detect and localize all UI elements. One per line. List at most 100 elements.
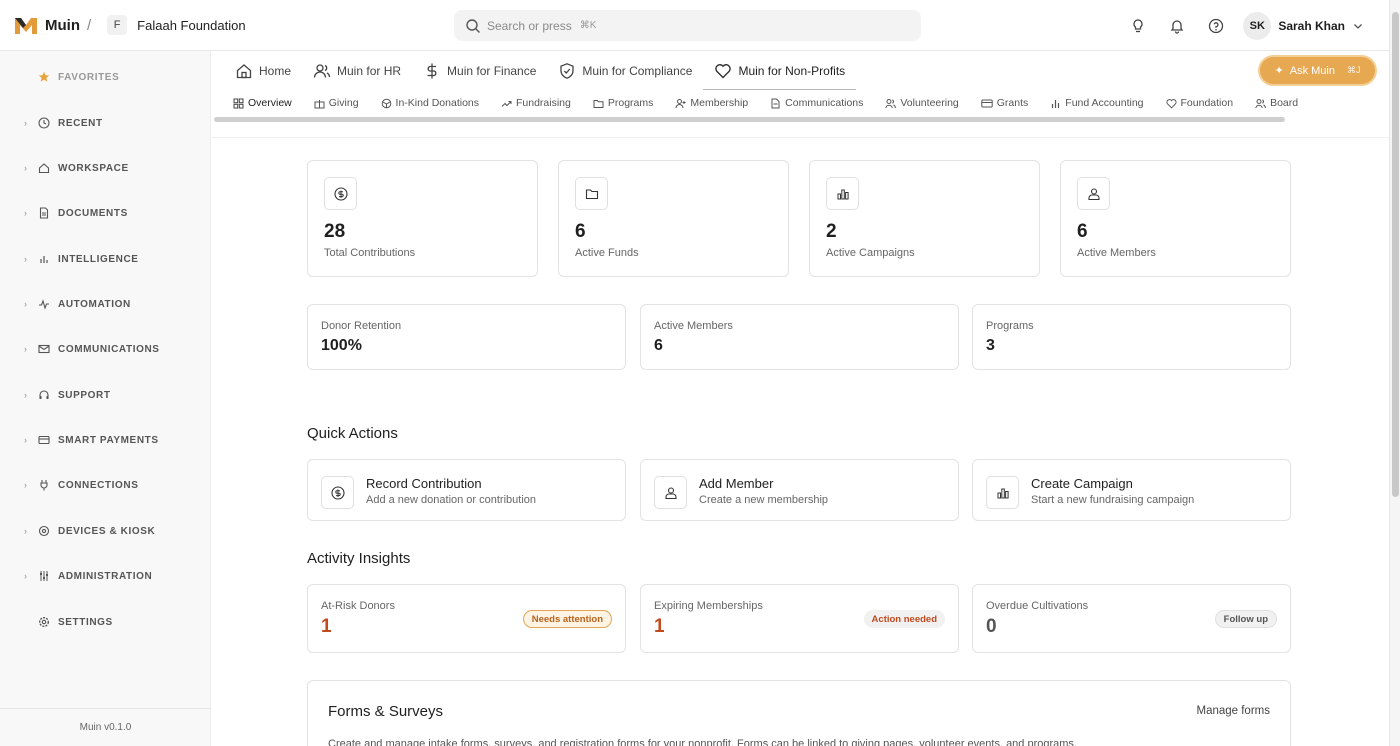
insight-value: 1 [321,616,332,637]
tab-finance[interactable]: Muin for Finance [412,51,547,90]
tab-compliance[interactable]: Muin for Compliance [547,51,703,90]
insight-label: Overdue Cultivations [986,600,1089,612]
subtab-label: Programs [607,97,654,109]
subtab-board[interactable]: Board [1255,97,1298,109]
heart-icon [715,63,732,78]
manage-forms-link[interactable]: Manage forms [1196,705,1270,717]
avatar: SK [1243,11,1272,40]
subtab-label: Giving [328,97,359,109]
subtab-label: Volunteering [900,97,959,109]
document-icon [38,207,50,219]
chevron-right-icon: › [24,163,28,173]
org-switcher[interactable]: F Falaah Foundation [107,15,246,35]
file-icon [771,98,780,108]
insight-card-overdue-cultivations[interactable]: Overdue Cultivations 0 Follow up [972,584,1291,653]
headset-icon [38,389,50,401]
scrollbar-thumb[interactable] [1392,12,1399,497]
sidebar-item-workspace[interactable]: › WORKSPACE [0,158,211,178]
tab-label: Muin for Non-Profits [738,63,846,78]
insight-card-at-risk-donors[interactable]: At-Risk Donors 1 Needs attention [307,584,626,653]
user-menu[interactable]: SK Sarah Khan [1243,11,1363,40]
record-contribution-button[interactable]: Record Contribution Add a new donation o… [307,459,626,521]
subtab-fund-accounting[interactable]: Fund Accounting [1050,97,1144,109]
search-icon [466,18,480,33]
sidebar-item-label: FAVORITES [58,71,120,83]
sidebar-item-connections[interactable]: › CONNECTIONS [0,475,211,495]
action-description: Add a new donation or contribution [366,494,537,506]
ask-shortcut: ⌘J [1346,65,1361,75]
add-member-button[interactable]: Add Member Create a new membership [640,459,959,521]
sidebar-item-support[interactable]: › SUPPORT [0,385,211,405]
subtab-foundation[interactable]: Foundation [1166,97,1234,109]
page-vertical-scrollbar[interactable] [1389,0,1400,746]
subtab-label: Foundation [1180,97,1234,109]
search-bar[interactable]: Search or press ⌘K [454,10,921,41]
sidebar-item-label: INTELLIGENCE [58,253,139,265]
subtab-fundraising[interactable]: Fundraising [501,97,571,109]
sidebar-item-label: COMMUNICATIONS [58,343,160,355]
insight-value: 1 [654,616,665,637]
insight-label: At-Risk Donors [321,600,395,612]
sidebar-item-settings[interactable]: SETTINGS [0,612,211,632]
sidebar-item-favorites[interactable]: FAVORITES [0,67,211,87]
subtab-volunteering[interactable]: Volunteering [885,97,959,109]
subtab-grants[interactable]: Grants [981,97,1029,109]
subtab-label: Grants [996,97,1029,109]
chevron-right-icon: › [24,299,28,309]
forms-heading: Forms & Surveys [328,703,444,720]
chevron-right-icon: › [24,344,28,354]
chevron-right-icon: › [24,435,28,445]
sidebar-item-devices-kiosk[interactable]: › DEVICES & KIOSK [0,521,211,541]
sidebar-item-label: CONNECTIONS [58,479,139,491]
user-name: Sarah Khan [1278,18,1345,33]
tabs-horizontal-scrollbar[interactable] [214,117,1285,122]
sidebar-item-label: ADMINISTRATION [58,570,153,582]
tab-home[interactable]: Home [224,51,302,90]
sidebar-item-intelligence[interactable]: › INTELLIGENCE [0,249,211,269]
sidebar-item-automation[interactable]: › AUTOMATION [0,294,211,314]
tab-label: Home [259,63,292,78]
org-name: Falaah Foundation [137,17,246,33]
sidebar-item-recent[interactable]: › RECENT [0,113,211,133]
lightbulb-icon[interactable] [1129,17,1147,35]
chevron-right-icon: › [24,118,28,128]
tab-label: Muin for Finance [447,63,537,78]
subtab-in-kind-donations[interactable]: In-Kind Donations [381,97,479,109]
tab-non-profits[interactable]: Muin for Non-Profits [703,51,856,90]
shield-icon [560,62,575,79]
metric-value: 6 [654,337,663,354]
help-icon[interactable] [1207,17,1225,35]
sidebar-item-communications[interactable]: › COMMUNICATIONS [0,339,211,359]
stat-value: 2 [826,221,837,242]
subtab-communications[interactable]: Communications [770,97,863,109]
subtab-membership[interactable]: Membership [675,97,748,109]
create-campaign-button[interactable]: Create Campaign Start a new fundraising … [972,459,1291,521]
subtab-giving[interactable]: Giving [314,97,359,109]
chevron-right-icon: › [24,254,28,264]
trend-icon [501,100,512,107]
sidebar-item-administration[interactable]: › ADMINISTRATION [0,566,211,586]
status-badge: Follow up [1214,610,1277,628]
subtab-programs[interactable]: Programs [593,97,654,109]
ask-muin-button[interactable]: ✦ Ask Muin ⌘J [1260,57,1375,84]
bell-icon[interactable] [1168,17,1186,35]
sidebar-item-label: WORKSPACE [58,162,129,174]
insight-label: Expiring Memberships [654,600,763,612]
tab-hr[interactable]: Muin for HR [302,51,412,90]
stat-value: 28 [324,221,346,242]
sidebar-item-label: AUTOMATION [58,298,131,310]
status-badge: Needs attention [522,610,612,628]
subtab-overview[interactable]: Overview [233,97,292,109]
logo[interactable]: Muin [13,14,80,36]
action-description: Start a new fundraising campaign [1031,494,1195,506]
top-bar: Muin / F Falaah Foundation Search or pre… [0,0,1389,51]
insight-card-expiring-memberships[interactable]: Expiring Memberships 1 Action needed [640,584,959,653]
activity-insights-heading: Activity Insights [307,550,411,567]
breadcrumb-separator: / [87,16,92,34]
bar-chart-icon [986,476,1019,509]
chevron-down-icon [1354,23,1362,29]
sidebar-item-smart-payments[interactable]: › SMART PAYMENTS [0,430,211,450]
dollar-circle-icon [324,177,357,210]
card-icon [38,434,50,446]
sidebar-item-documents[interactable]: › DOCUMENTS [0,203,211,223]
